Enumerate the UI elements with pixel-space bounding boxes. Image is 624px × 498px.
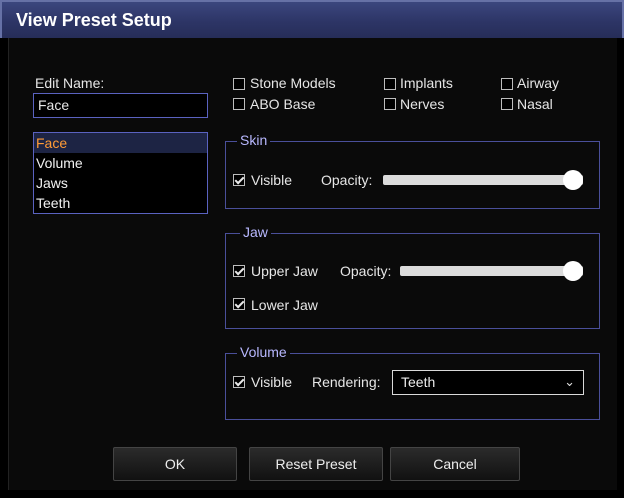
ok-button[interactable]: OK [113, 447, 237, 481]
title-bar[interactable]: View Preset Setup [0, 0, 624, 38]
nasal-checkbox[interactable] [501, 98, 513, 110]
airway-checkbox[interactable] [501, 78, 513, 90]
implants-checkbox[interactable] [384, 78, 396, 90]
volume-visible-checkbox[interactable] [233, 376, 245, 388]
list-item[interactable]: Face [34, 133, 207, 153]
preset-list[interactable]: Face Volume Jaws Teeth [33, 132, 208, 214]
jaw-opacity-slider-handle[interactable] [563, 261, 583, 281]
cancel-button[interactable]: Cancel [390, 447, 520, 481]
upper-jaw-label: Upper Jaw [251, 263, 318, 279]
nerves-checkbox[interactable] [384, 98, 396, 110]
skin-opacity-slider[interactable] [383, 170, 583, 190]
dialog-title: View Preset Setup [16, 10, 172, 30]
edit-name-label: Edit Name: [35, 75, 105, 91]
lower-jaw-checkbox[interactable] [233, 298, 245, 310]
jaw-group-title: Jaw [240, 224, 271, 240]
implants-label: Implants [400, 75, 453, 91]
chevron-down-icon: ⌄ [564, 374, 575, 389]
volume-visible-label: Visible [251, 374, 292, 390]
abo-base-checkbox[interactable] [233, 98, 245, 110]
jaw-opacity-slider[interactable] [400, 261, 583, 281]
dialog-window: View Preset Setup Edit Name: Face Face V… [0, 0, 624, 498]
list-item[interactable]: Jaws [34, 173, 207, 193]
list-item[interactable]: Teeth [34, 193, 207, 213]
upper-jaw-checkbox[interactable] [233, 265, 245, 277]
edit-name-field[interactable]: Face [33, 93, 208, 118]
rendering-label: Rendering: [312, 374, 381, 390]
list-item[interactable]: Volume [34, 153, 207, 173]
lower-jaw-label: Lower Jaw [251, 297, 318, 313]
stone-models-label: Stone Models [250, 75, 336, 91]
reset-preset-button[interactable]: Reset Preset [249, 447, 383, 481]
airway-label: Airway [517, 75, 560, 91]
skin-opacity-slider-handle[interactable] [563, 170, 583, 190]
skin-visible-checkbox[interactable] [233, 174, 245, 186]
skin-visible-label: Visible [251, 172, 292, 188]
nasal-label: Nasal [517, 96, 553, 112]
stone-models-checkbox[interactable] [233, 78, 245, 90]
skin-group-title: Skin [237, 132, 271, 148]
jaw-opacity-label: Opacity: [340, 263, 392, 279]
abo-base-label: ABO Base [250, 96, 316, 112]
nerves-label: Nerves [400, 96, 445, 112]
skin-opacity-label: Opacity: [321, 172, 373, 188]
rendering-value: Teeth [401, 374, 436, 390]
jaw-group [225, 233, 600, 329]
rendering-dropdown[interactable]: Teeth ⌄ [392, 370, 584, 395]
volume-group-title: Volume [237, 344, 290, 360]
